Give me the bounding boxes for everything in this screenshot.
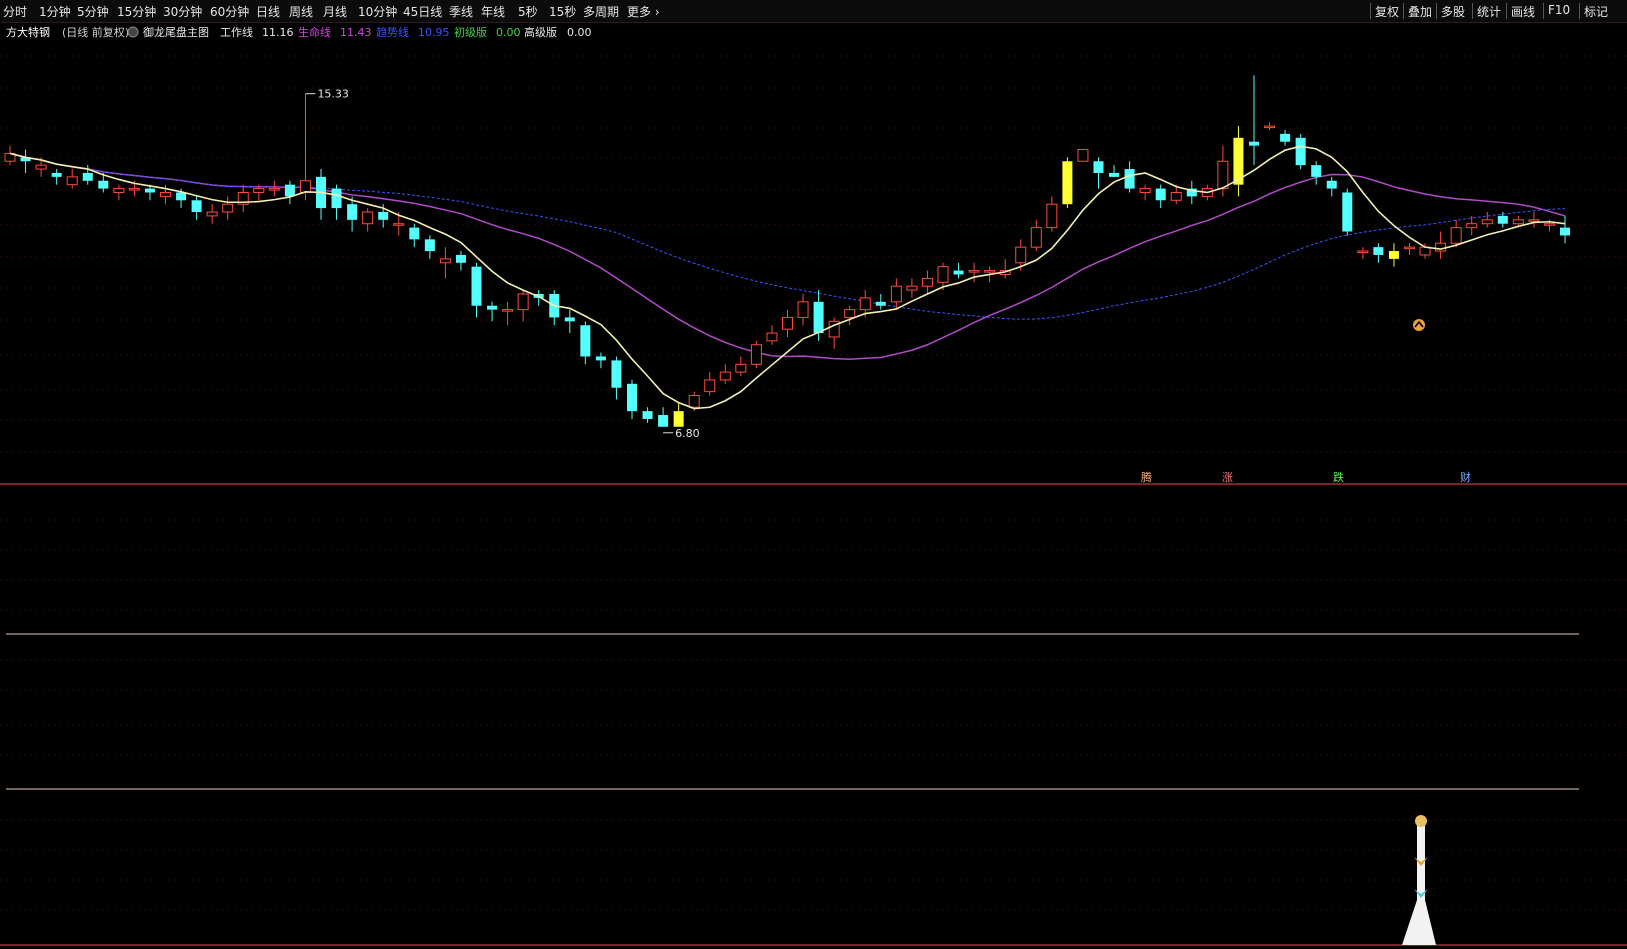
life-line-value: 11.43 <box>340 26 372 39</box>
candle <box>673 403 684 427</box>
candle <box>1280 130 1291 146</box>
candle <box>1249 75 1259 166</box>
low-price-mark: 6.80 <box>663 427 700 440</box>
candle <box>844 305 856 326</box>
candle <box>1093 157 1104 189</box>
signal-label: 跌 <box>1333 470 1344 484</box>
candle <box>797 294 809 326</box>
candle <box>4 145 16 166</box>
candle <box>1062 157 1073 209</box>
candle <box>1077 149 1089 162</box>
kline-chart: 方大特钢 (日线 前复权) 御龙尾盘主图 工作线 11.16 生命线 11.43… <box>0 25 1627 946</box>
indicator-name[interactable]: 御龙尾盘主图 <box>143 25 209 39</box>
candle <box>1233 126 1244 197</box>
stock-name: 方大特钢 <box>6 25 50 39</box>
work-line-value: 11.16 <box>262 26 294 39</box>
candle <box>906 278 918 298</box>
candle <box>1404 243 1415 255</box>
candle <box>222 196 234 220</box>
candle <box>362 208 374 232</box>
candle <box>1388 243 1399 267</box>
bottom-signal-spike <box>1402 815 1436 945</box>
candle <box>1435 231 1447 259</box>
candle <box>735 356 747 376</box>
candle <box>1450 219 1462 248</box>
candle <box>487 301 498 322</box>
candle <box>875 294 886 310</box>
candle <box>299 93 311 201</box>
candle <box>316 169 326 220</box>
grid-lines <box>0 55 1627 911</box>
candle <box>51 169 62 185</box>
candle <box>471 262 482 318</box>
candle <box>66 169 78 189</box>
candle <box>642 407 653 423</box>
candle <box>1109 165 1120 177</box>
signal-label: 涨 <box>1222 471 1233 484</box>
buy-signal-icon <box>1413 319 1425 331</box>
candle <box>627 379 637 419</box>
candle <box>1560 215 1570 244</box>
candle <box>1326 176 1337 197</box>
candle <box>237 184 249 212</box>
candle <box>766 325 778 345</box>
candle <box>206 204 218 224</box>
candle <box>1186 180 1197 205</box>
candle <box>517 290 529 322</box>
candle <box>191 196 202 220</box>
candle <box>595 352 606 369</box>
candle <box>1155 184 1166 209</box>
candle <box>549 290 560 326</box>
candle <box>113 184 125 201</box>
candle <box>750 340 762 369</box>
candle <box>1357 247 1369 259</box>
low-price-label: 6.80 <box>675 427 700 440</box>
candle <box>1139 184 1151 201</box>
candle <box>1342 188 1353 236</box>
trend-line-value: 10.95 <box>418 26 450 39</box>
candle <box>1046 196 1058 232</box>
candle <box>502 301 514 326</box>
basic-value: 0.00 <box>496 26 521 39</box>
candle <box>782 309 793 337</box>
candle <box>719 364 731 384</box>
candle <box>455 251 466 271</box>
candle <box>331 184 342 220</box>
candle <box>953 262 964 279</box>
candle <box>20 149 31 173</box>
signal-label: 财 <box>1460 470 1471 484</box>
candle <box>828 317 840 349</box>
candle <box>704 372 716 396</box>
candle <box>268 180 280 197</box>
candle <box>921 270 933 294</box>
work-line-label: 工作线 <box>220 25 253 39</box>
candle <box>439 247 451 279</box>
candle <box>1264 122 1276 130</box>
advanced-value: 0.00 <box>567 26 592 39</box>
candle <box>658 407 669 427</box>
period-label: (日线 前复权) <box>62 25 129 39</box>
candle <box>1373 243 1384 263</box>
basic-label: 初级版 <box>454 25 487 39</box>
indicator-settings-icon[interactable] <box>127 26 139 38</box>
life-line-label: 生命线 <box>298 25 331 39</box>
coin-icon <box>1415 815 1427 827</box>
high-price-mark: 15.33 <box>305 88 349 101</box>
candle <box>564 309 575 334</box>
candle <box>999 258 1011 279</box>
candle <box>890 278 902 310</box>
candle <box>1311 161 1322 185</box>
high-price-label: 15.33 <box>317 88 349 101</box>
candle <box>424 235 435 259</box>
signal-label: 腾 <box>1141 470 1152 484</box>
candle <box>409 223 420 248</box>
candle <box>611 356 622 400</box>
candle <box>1295 133 1306 170</box>
trend-line-label: 趋势线 <box>376 25 409 39</box>
candle <box>284 180 295 205</box>
candle <box>968 262 980 283</box>
candle <box>1030 219 1042 252</box>
advanced-label: 高级版 <box>524 25 557 39</box>
candle <box>580 321 591 365</box>
